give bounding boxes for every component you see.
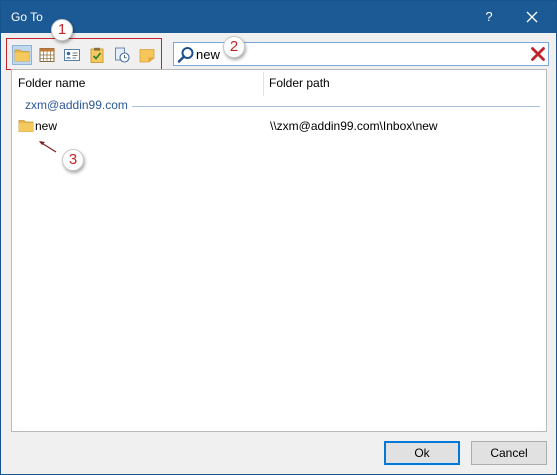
folder-view-button[interactable] (12, 45, 32, 65)
clear-search-button[interactable] (530, 46, 546, 62)
clear-icon (531, 47, 545, 61)
column-header-folder-name[interactable]: Folder name (12, 70, 263, 97)
folder-path-cell: \\zxm@addin99.com\Inbox\new (270, 119, 438, 133)
calendar-view-button[interactable] (37, 45, 57, 65)
view-type-group (6, 38, 162, 70)
journal-view-button[interactable] (112, 45, 132, 65)
callout-marker-2: 2 (223, 36, 245, 58)
notes-view-button[interactable] (137, 45, 157, 65)
tasks-view-button[interactable] (87, 45, 107, 65)
close-icon (526, 11, 538, 23)
close-button[interactable] (509, 1, 555, 33)
calendar-icon (39, 48, 55, 62)
search-icon (177, 47, 194, 63)
folder-icon (18, 119, 34, 135)
journal-clock-icon (115, 47, 130, 63)
help-button[interactable]: ? (469, 1, 509, 33)
callout-marker-1: 1 (51, 19, 73, 41)
cancel-button[interactable]: Cancel (471, 441, 547, 465)
list-item[interactable]: new \\zxm@addin99.com\Inbox\new (12, 116, 546, 136)
task-clipboard-icon (90, 47, 104, 63)
title-bar: Go To ? (1, 1, 556, 33)
window-title: Go To (11, 10, 43, 24)
group-header-account: zxm@addin99.com (25, 98, 131, 112)
contact-card-icon (64, 49, 80, 61)
callout-marker-3: 3 (62, 149, 84, 171)
sticky-note-icon (139, 48, 155, 62)
folder-list: Folder name Folder path zxm@addin99.com … (11, 69, 547, 432)
folder-icon (14, 49, 30, 62)
toolbar (1, 33, 556, 73)
callout-arrow-icon (39, 141, 57, 153)
group-divider (132, 106, 540, 107)
contacts-view-button[interactable] (62, 45, 82, 65)
column-header-folder-path[interactable]: Folder path (263, 70, 546, 97)
go-to-dialog: Go To ? new 1 2 Folder name Folder path … (0, 0, 557, 475)
folder-name-cell: new (35, 119, 58, 133)
ok-button[interactable]: Ok (384, 441, 460, 465)
